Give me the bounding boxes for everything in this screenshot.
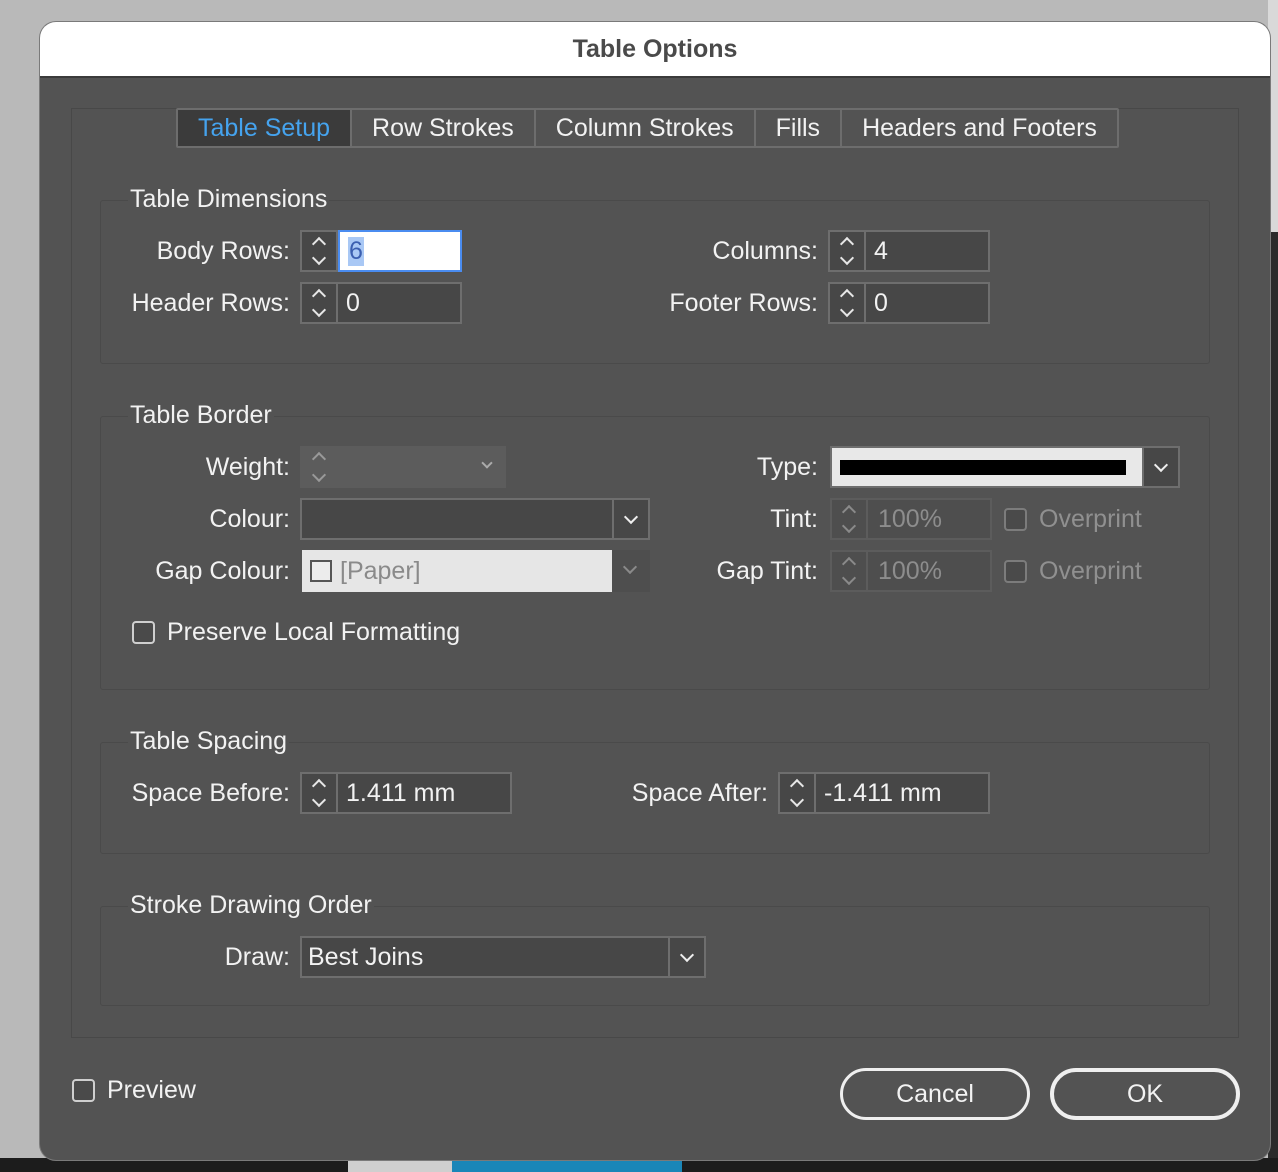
- body-rows-label: Body Rows:: [156, 237, 290, 265]
- space-after-input[interactable]: -1.411 mm: [816, 774, 988, 812]
- space-before-stepper[interactable]: 1.411 mm: [300, 772, 512, 814]
- gap-tint-input[interactable]: 100%: [868, 552, 990, 590]
- space-before-label: Space Before:: [131, 779, 290, 807]
- tab-bar: Table Setup Row Strokes Column Strokes F…: [176, 108, 1119, 148]
- colour-dropdown[interactable]: [300, 498, 650, 540]
- weight-label: Weight:: [205, 453, 290, 481]
- footer-rows-stepper[interactable]: 0: [828, 282, 990, 324]
- preserve-local-formatting-label: Preserve Local Formatting: [167, 618, 461, 646]
- colour-value: [302, 500, 612, 538]
- type-dropdown[interactable]: [830, 446, 1180, 488]
- checkbox-icon[interactable]: [1004, 560, 1027, 583]
- stepper-arrows-icon[interactable]: [832, 552, 868, 590]
- title-bar[interactable]: Table Options: [40, 22, 1270, 78]
- header-rows-input[interactable]: 0: [338, 284, 460, 322]
- table-border-title: Table Border: [128, 401, 274, 430]
- stepper-arrows-icon[interactable]: [302, 284, 338, 322]
- tint-input[interactable]: 100%: [868, 500, 990, 538]
- stepper-arrows-icon[interactable]: [302, 232, 338, 270]
- draw-value: Best Joins: [308, 942, 424, 971]
- dialog-title: Table Options: [572, 34, 738, 63]
- gap-colour-value: [Paper]: [340, 556, 421, 585]
- cancel-button[interactable]: Cancel: [840, 1068, 1030, 1120]
- columns-input[interactable]: 4: [866, 232, 988, 270]
- colour-label: Colour:: [209, 505, 290, 533]
- tab-headers-and-footers[interactable]: Headers and Footers: [842, 110, 1117, 146]
- checkbox-icon[interactable]: [72, 1079, 95, 1102]
- draw-dropdown[interactable]: Best Joins: [300, 936, 706, 978]
- chevron-down-icon[interactable]: [481, 457, 493, 469]
- chevron-down-icon[interactable]: [668, 938, 704, 976]
- gap-colour-dropdown[interactable]: [Paper]: [302, 550, 650, 592]
- tab-fills[interactable]: Fills: [756, 110, 843, 146]
- overprint-label: Overprint: [1039, 505, 1142, 533]
- stepper-arrows-icon[interactable]: [301, 447, 337, 487]
- stroke-type-swatch: [832, 448, 1142, 486]
- tab-table-setup[interactable]: Table Setup: [178, 110, 353, 146]
- footer-rows-label: Footer Rows:: [669, 289, 818, 317]
- gap-colour-label: Gap Colour:: [155, 557, 290, 585]
- stepper-arrows-icon[interactable]: [830, 232, 866, 270]
- checkbox-icon[interactable]: [132, 621, 155, 644]
- header-rows-stepper[interactable]: 0: [300, 282, 462, 324]
- table-dimensions-group: [100, 200, 1210, 364]
- ok-button[interactable]: OK: [1050, 1068, 1240, 1120]
- tab-column-strokes[interactable]: Column Strokes: [536, 110, 756, 146]
- space-before-input[interactable]: 1.411 mm: [338, 774, 510, 812]
- tint-label: Tint:: [770, 505, 818, 533]
- columns-label: Columns:: [712, 237, 818, 265]
- background-taskbar: [0, 1158, 1278, 1172]
- gap-overprint-label: Overprint: [1039, 557, 1142, 585]
- chevron-down-icon[interactable]: [1142, 448, 1178, 486]
- stepper-arrows-icon[interactable]: [302, 774, 338, 812]
- gap-overprint-checkbox[interactable]: Overprint: [1004, 557, 1142, 586]
- space-after-stepper[interactable]: -1.411 mm: [778, 772, 990, 814]
- type-label: Type:: [756, 453, 818, 481]
- weight-combo[interactable]: [300, 446, 506, 488]
- footer-rows-input[interactable]: 0: [866, 284, 988, 322]
- tab-row-strokes[interactable]: Row Strokes: [352, 110, 536, 146]
- body-rows-stepper[interactable]: 6: [300, 230, 462, 272]
- space-after-label: Space After:: [631, 779, 768, 807]
- preview-checkbox[interactable]: Preview: [72, 1076, 196, 1105]
- overprint-checkbox[interactable]: Overprint: [1004, 505, 1142, 534]
- gap-tint-stepper[interactable]: 100%: [830, 550, 992, 592]
- gap-tint-label: Gap Tint:: [716, 557, 818, 585]
- draw-label: Draw:: [224, 943, 290, 971]
- checkbox-icon[interactable]: [1004, 508, 1027, 531]
- stepper-arrows-icon[interactable]: [832, 500, 868, 538]
- columns-stepper[interactable]: 4: [828, 230, 990, 272]
- stepper-arrows-icon[interactable]: [830, 284, 866, 322]
- body-rows-input[interactable]: 6: [348, 236, 364, 266]
- table-spacing-title: Table Spacing: [128, 727, 290, 756]
- table-options-dialog: Table Options Table Setup Row Strokes Co…: [40, 22, 1270, 1160]
- table-dimensions-title: Table Dimensions: [128, 185, 330, 214]
- preserve-local-formatting-checkbox[interactable]: Preserve Local Formatting: [132, 618, 460, 647]
- paper-swatch-icon: [310, 560, 332, 582]
- tint-stepper[interactable]: 100%: [830, 498, 992, 540]
- stroke-drawing-order-title: Stroke Drawing Order: [128, 891, 374, 920]
- header-rows-label: Header Rows:: [131, 289, 290, 317]
- stepper-arrows-icon[interactable]: [780, 774, 816, 812]
- preview-label: Preview: [107, 1076, 196, 1104]
